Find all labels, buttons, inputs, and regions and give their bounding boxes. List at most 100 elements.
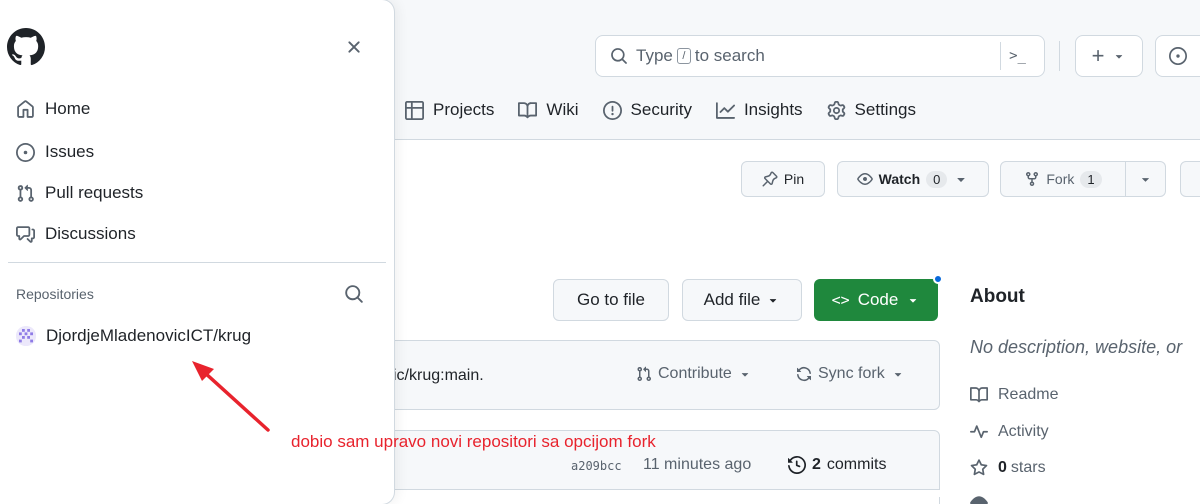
- tab-wiki-label: Wiki: [546, 100, 579, 119]
- commit-hash[interactable]: a209bcc: [571, 459, 622, 473]
- triangle-down-icon: [741, 373, 749, 377]
- fork-button[interactable]: Fork 1: [1000, 161, 1126, 197]
- github-logo-icon[interactable]: [7, 28, 45, 66]
- tab-insights[interactable]: Insights: [715, 100, 803, 120]
- about-heading: About: [970, 286, 1025, 307]
- pin-label: Pin: [783, 171, 805, 187]
- drawer-item-pull-requests[interactable]: Pull requests: [16, 183, 143, 203]
- fork-status-text: vic/krug:main.: [385, 367, 484, 384]
- triangle-down-icon: [910, 299, 917, 303]
- contribute-button[interactable]: Contribute: [636, 365, 752, 383]
- create-new-button[interactable]: +: [1075, 35, 1143, 77]
- code-label: Code: [857, 290, 899, 309]
- fork-dropdown-button[interactable]: [1126, 161, 1166, 197]
- drawer-item-issues[interactable]: Issues: [16, 142, 94, 162]
- tab-settings[interactable]: Settings: [827, 100, 916, 120]
- tab-projects[interactable]: Projects: [405, 100, 494, 120]
- sync-icon: [797, 367, 811, 381]
- history-icon: [788, 456, 806, 474]
- fork-count: 1: [1080, 170, 1102, 188]
- tab-projects-label: Projects: [433, 100, 495, 119]
- command-palette-button[interactable]: >_: [1000, 42, 1034, 70]
- search-placeholder-post: to search: [694, 46, 765, 65]
- close-icon[interactable]: [344, 37, 364, 57]
- watch-count: 0: [926, 170, 948, 188]
- notification-dot: [933, 274, 943, 284]
- pulse-icon: [970, 425, 988, 439]
- sync-fork-label: Sync fork: [818, 365, 885, 382]
- watch-label: Watch: [878, 171, 921, 187]
- watchers-link-partial[interactable]: [970, 494, 988, 504]
- search-placeholder-pre: Type: [636, 46, 673, 65]
- star-button-partial[interactable]: [1180, 161, 1200, 197]
- about-description: No description, website, or: [970, 337, 1183, 357]
- book-icon: [970, 387, 988, 403]
- latest-commit-bar: a209bcc 11 minutes ago 2 commits: [370, 430, 940, 490]
- fork-label: Fork: [1046, 171, 1075, 187]
- search-icon: [611, 48, 627, 64]
- search-shortcut-key: /: [676, 48, 691, 64]
- pin-button[interactable]: Pin: [741, 161, 825, 197]
- eye-icon: [856, 173, 873, 185]
- stars-label: stars: [1010, 459, 1046, 476]
- shield-icon: [602, 100, 622, 120]
- issue-opened-icon: [16, 142, 35, 162]
- file-table: [370, 497, 940, 504]
- git-pull-request-icon: [17, 184, 34, 202]
- drawer-item-discussions-label: Discussions: [45, 224, 136, 243]
- stars-count: 0: [998, 459, 1007, 476]
- readme-link[interactable]: Readme: [970, 386, 1058, 404]
- add-file-label: Add file: [703, 290, 761, 309]
- drawer-item-home[interactable]: Home: [16, 99, 90, 119]
- commit-count-label: commits: [826, 456, 887, 473]
- comment-discussion-icon: [16, 225, 35, 243]
- navigation-drawer: Home Issues Pull requests Discussions Re…: [0, 0, 394, 504]
- issues-button[interactable]: [1155, 35, 1200, 77]
- drawer-item-discussions[interactable]: Discussions: [16, 224, 136, 244]
- tab-wiki[interactable]: Wiki: [518, 100, 579, 120]
- search-input[interactable]: Type / to search >_: [595, 35, 1045, 77]
- drawer-item-issues-label: Issues: [45, 142, 95, 161]
- repo-forked-icon: [1026, 172, 1039, 187]
- watch-button[interactable]: Watch 0: [837, 161, 989, 197]
- book-icon: [518, 101, 538, 118]
- readme-label: Readme: [998, 386, 1059, 403]
- activity-label: Activity: [998, 423, 1049, 440]
- header-divider: [1059, 41, 1060, 71]
- drawer-item-home-label: Home: [45, 99, 91, 118]
- repositories-heading: Repositories: [16, 286, 94, 302]
- plus-icon: +: [1091, 43, 1105, 68]
- tab-security[interactable]: Security: [602, 100, 692, 120]
- contribute-label: Contribute: [658, 365, 732, 382]
- fork-status-bar: vic/krug:main. Contribute Sync fork: [370, 340, 940, 410]
- drawer-divider: [8, 262, 386, 263]
- triangle-down-icon: [770, 299, 777, 303]
- go-to-file-label: Go to file: [576, 290, 646, 309]
- commit-time: 11 minutes ago: [643, 456, 752, 473]
- add-file-button[interactable]: Add file: [682, 279, 802, 321]
- drawer-item-pull-requests-label: Pull requests: [45, 183, 144, 202]
- triangle-down-icon: [1142, 178, 1149, 182]
- git-pull-request-icon: [637, 366, 652, 382]
- repository-item[interactable]: DjordjeMladenovicICT/krug: [16, 326, 251, 346]
- activity-link[interactable]: Activity: [970, 423, 1049, 441]
- stars-link[interactable]: 0 stars: [970, 459, 1046, 477]
- code-icon: <>: [831, 291, 850, 309]
- sync-fork-button[interactable]: Sync fork: [796, 365, 905, 383]
- fork-group: Fork 1: [1000, 160, 1200, 198]
- tab-security-label: Security: [630, 100, 692, 119]
- pin-icon: [762, 171, 778, 187]
- triangle-down-icon: [1116, 55, 1123, 59]
- tab-settings-label: Settings: [854, 100, 916, 119]
- repository-name: DjordjeMladenovicICT/krug: [46, 326, 252, 345]
- repo-actions: Pin: [741, 160, 825, 198]
- go-to-file-button[interactable]: Go to file: [553, 279, 669, 321]
- repo-nav: Projects Wiki Security Insights Settings: [405, 88, 916, 132]
- triangle-down-icon: [957, 178, 966, 182]
- code-button[interactable]: <> Code: [814, 279, 938, 321]
- home-icon: [17, 99, 34, 118]
- commits-link[interactable]: 2 commits: [788, 456, 886, 474]
- triangle-down-icon: [894, 373, 901, 377]
- tab-insights-label: Insights: [743, 100, 803, 119]
- search-icon[interactable]: [344, 284, 364, 304]
